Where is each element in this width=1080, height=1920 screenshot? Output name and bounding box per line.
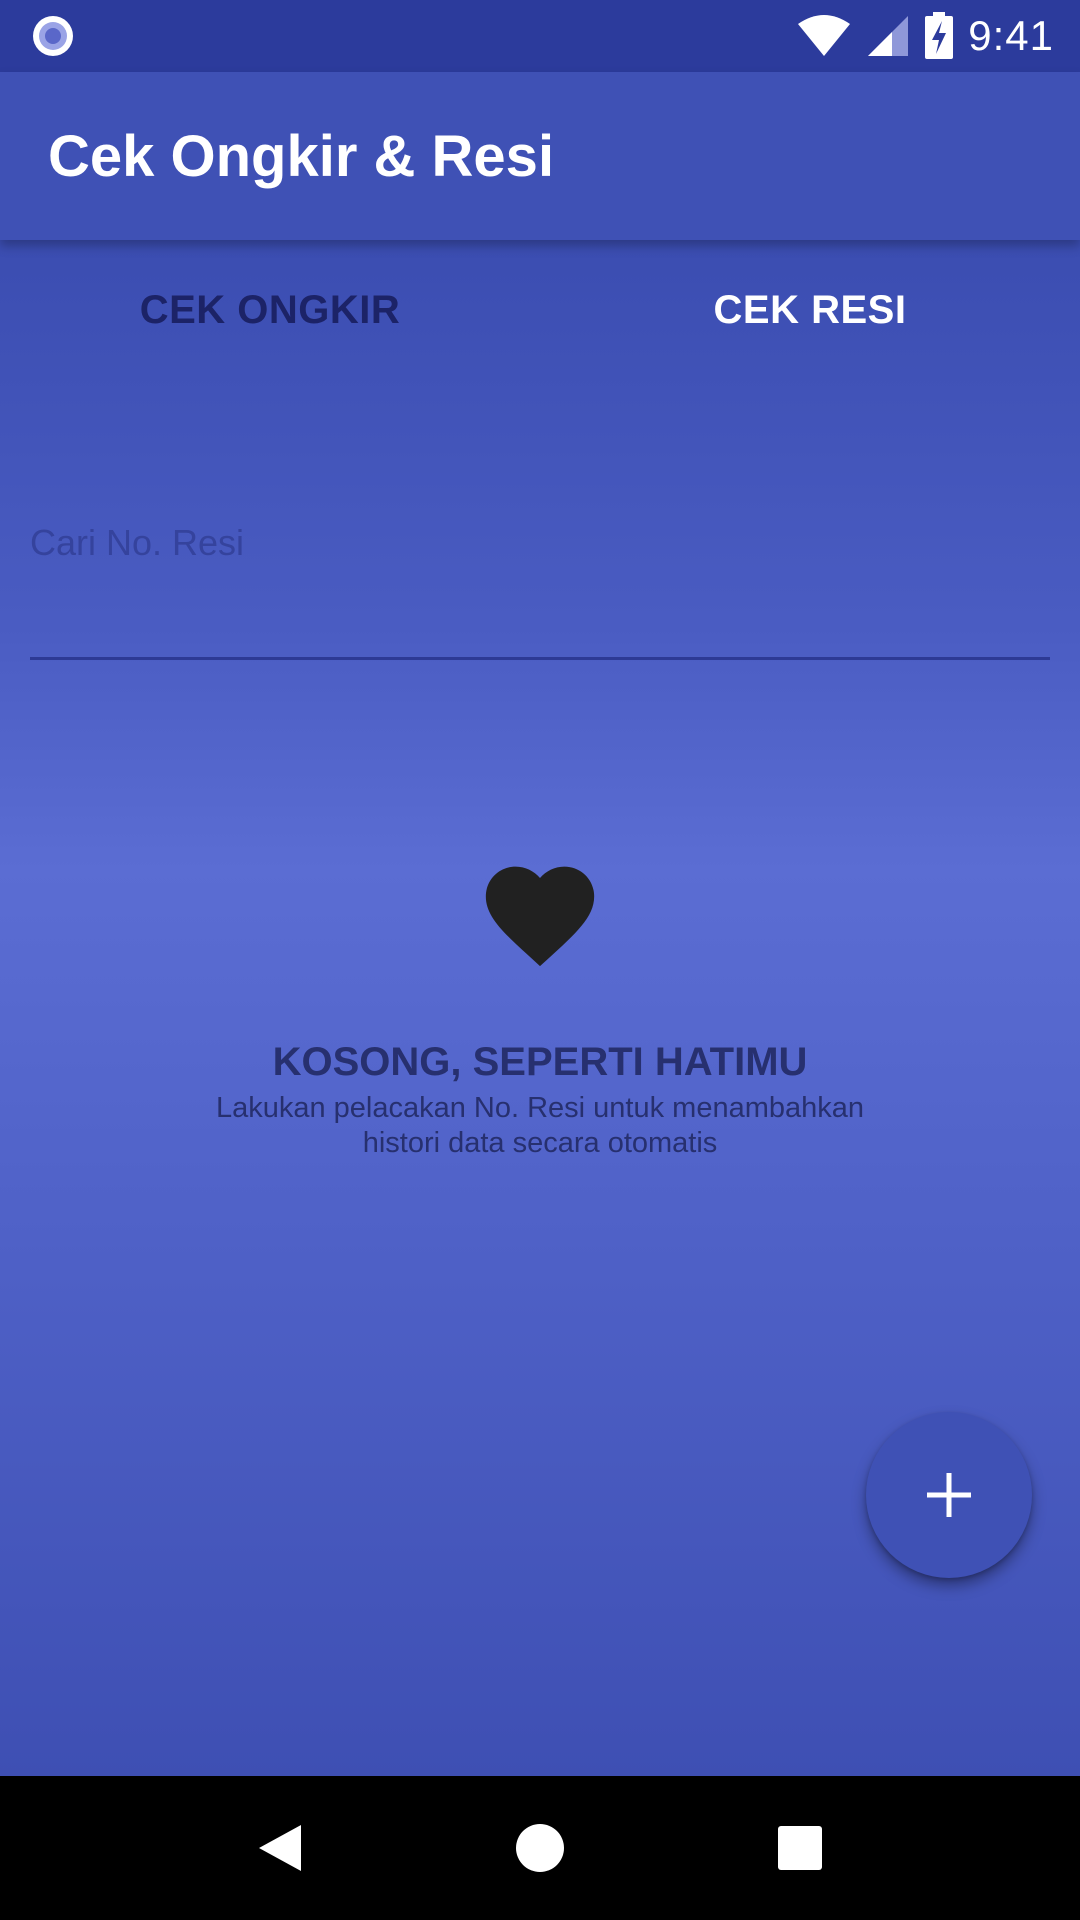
home-icon bbox=[516, 1824, 564, 1872]
app-screen: 9:41 Cek Ongkir & Resi CEK ONGKIR CEK RE… bbox=[0, 0, 1080, 1920]
cell-signal-icon bbox=[868, 16, 909, 56]
nav-recents-button[interactable] bbox=[755, 1803, 845, 1893]
tab-cek-resi[interactable]: CEK RESI bbox=[540, 240, 1080, 390]
battery-charging-icon bbox=[925, 12, 954, 59]
status-bar-left bbox=[30, 13, 76, 59]
tab-bar: CEK ONGKIR CEK RESI bbox=[0, 240, 1080, 390]
app-bar: Cek Ongkir & Resi bbox=[0, 72, 1080, 240]
app-title: Cek Ongkir & Resi bbox=[48, 123, 555, 189]
recents-icon bbox=[778, 1826, 822, 1870]
empty-state-description: Lakukan pelacakan No. Resi untuk menamba… bbox=[215, 1092, 865, 1159]
search-field-wrapper bbox=[30, 480, 1050, 660]
notification-dot-icon bbox=[33, 16, 73, 56]
wifi-icon bbox=[798, 15, 851, 56]
heart-icon bbox=[485, 866, 595, 967]
nav-back-button[interactable] bbox=[235, 1803, 325, 1893]
empty-state: KOSONG, SEPERTI HATIMU Lakukan pelacakan… bbox=[0, 850, 1080, 1161]
search-resi-input[interactable] bbox=[30, 480, 1050, 660]
main-content: CEK ONGKIR CEK RESI KOSONG, SEPERTI HATI… bbox=[0, 240, 1080, 1776]
status-time: 9:41 bbox=[968, 12, 1054, 59]
add-fab-button[interactable] bbox=[866, 1412, 1032, 1578]
plus-icon bbox=[927, 1473, 971, 1517]
status-bar: 9:41 bbox=[0, 0, 1080, 72]
nav-home-button[interactable] bbox=[495, 1803, 585, 1893]
system-nav-bar bbox=[0, 1776, 1080, 1920]
tab-cek-ongkir[interactable]: CEK ONGKIR bbox=[0, 240, 540, 390]
empty-state-title: KOSONG, SEPERTI HATIMU bbox=[272, 1040, 808, 1084]
status-bar-right: 9:41 bbox=[796, 12, 1054, 60]
back-icon bbox=[259, 1825, 301, 1871]
